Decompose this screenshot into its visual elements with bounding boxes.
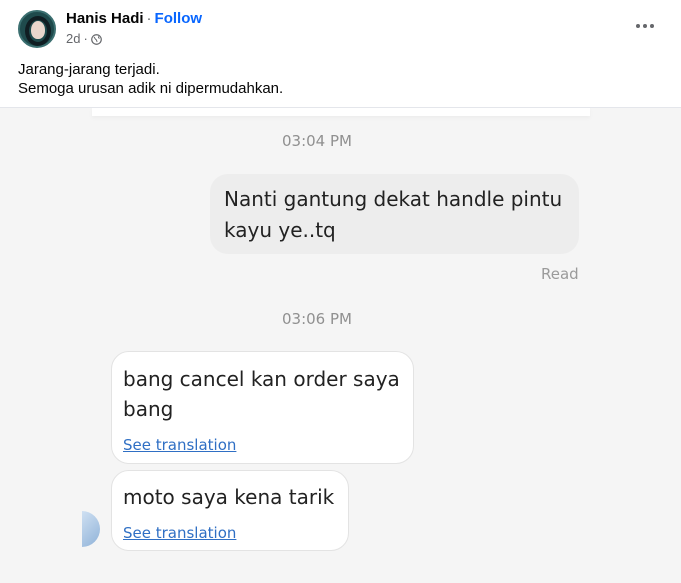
outgoing-line-2: kayu ye..tq	[224, 218, 336, 242]
chat-screenshot[interactable]: 03:04 PM Nanti gantung dekat handle pint…	[0, 107, 681, 583]
incoming-1-line-2: bang	[123, 397, 174, 421]
more-options-icon[interactable]	[632, 16, 658, 36]
author-name[interactable]: Hanis Hadi	[66, 10, 144, 27]
caption-line-2: Semoga urusan adik ni dipermudahkan.	[18, 80, 284, 97]
outgoing-message: Nanti gantung dekat handle pintu kayu ye…	[210, 174, 579, 254]
post-caption: Jarang-jarang terjadi. Semoga urusan adi…	[18, 60, 283, 98]
see-translation-link-2[interactable]: See translation	[123, 524, 236, 542]
author-line: Hanis Hadi · Follow	[66, 10, 202, 28]
outgoing-line-1: Nanti gantung dekat handle pintu	[224, 187, 563, 211]
follow-button[interactable]: Follow	[155, 10, 203, 27]
post-header: Hanis Hadi · Follow 2d ·	[0, 0, 681, 58]
timestamp-1: 03:04 PM	[282, 132, 352, 150]
post-time[interactable]: 2d	[66, 31, 80, 47]
meta-separator: ·	[83, 31, 88, 46]
avatar-face	[31, 21, 45, 39]
name-separator: ·	[146, 10, 152, 27]
sender-avatar	[82, 511, 100, 547]
author-avatar[interactable]	[18, 10, 56, 48]
see-translation-link-1[interactable]: See translation	[123, 436, 236, 454]
caption-line-1: Jarang-jarang terjadi.	[18, 61, 160, 78]
previous-message-edge	[92, 108, 590, 116]
timestamp-2: 03:06 PM	[282, 310, 352, 328]
incoming-message-2: moto saya kena tarik See translation	[111, 470, 349, 551]
globe-icon	[90, 33, 102, 45]
incoming-message-1: bang cancel kan order saya bang See tran…	[111, 351, 414, 464]
incoming-2-line-1: moto saya kena tarik	[123, 485, 335, 509]
post-meta: 2d ·	[66, 31, 102, 47]
read-receipt: Read	[541, 265, 579, 283]
incoming-1-line-1: bang cancel kan order saya	[123, 367, 400, 391]
